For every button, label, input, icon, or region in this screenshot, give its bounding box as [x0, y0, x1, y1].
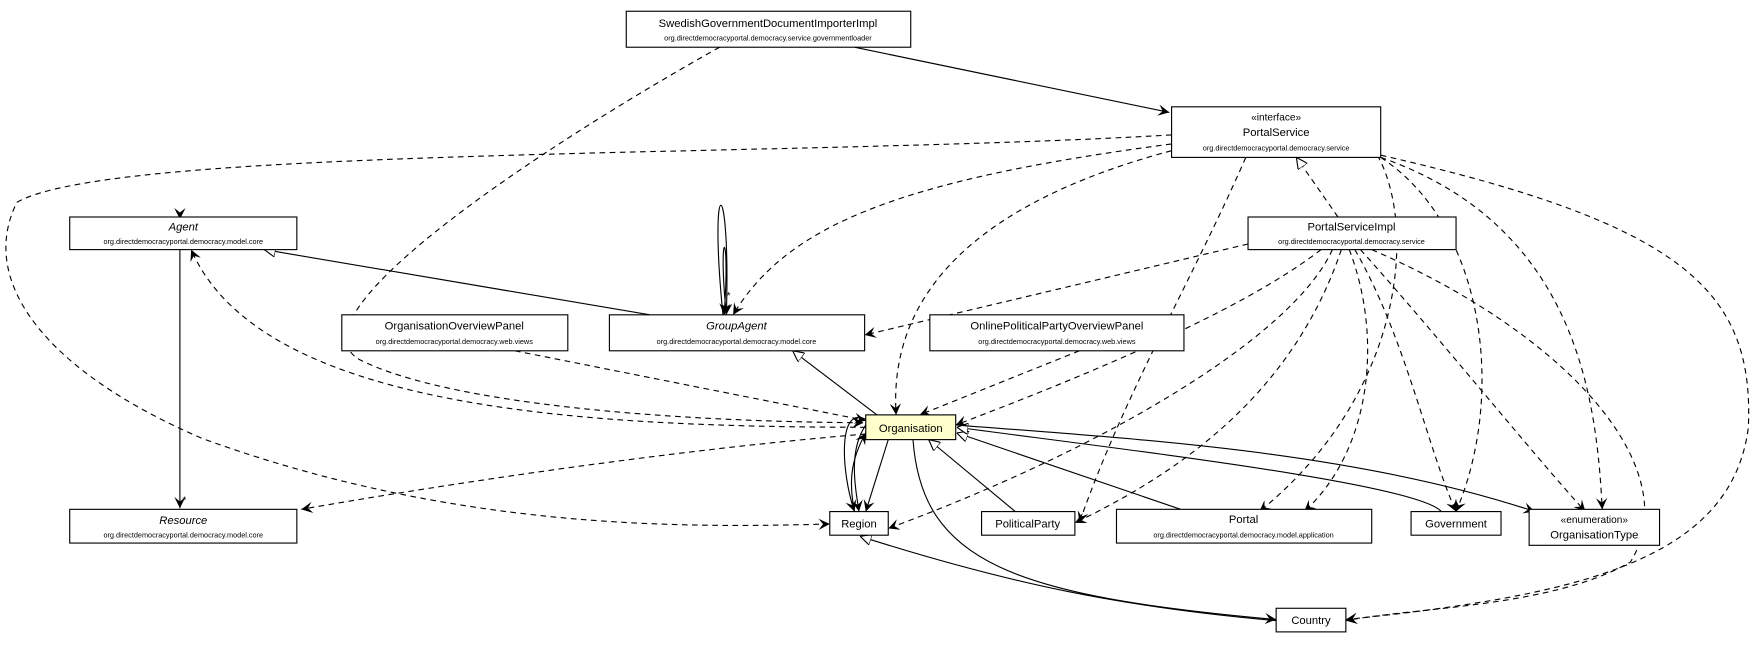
svg-text:«enumeration»: «enumeration» [1561, 515, 1629, 526]
class-agent[interactable]: Agent org.directdemocracyportal.democrac… [69, 216, 298, 251]
svg-text:SwedishGovernmentDocumentImpor: SwedishGovernmentDocumentImporterImpl [659, 18, 878, 30]
class-organisation[interactable]: Organisation [865, 414, 957, 441]
class-government[interactable]: Government [1410, 511, 1502, 536]
svg-text:GroupAgent: GroupAgent [706, 320, 767, 332]
svg-text:org.directdemocracyportal.demo: org.directdemocracyportal.democracy.mode… [1153, 530, 1333, 539]
svg-text:org.directdemocracyportal.demo: org.directdemocracyportal.democracy.serv… [1203, 144, 1350, 153]
svg-text:Resource: Resource [159, 515, 207, 527]
multiplicity-label: * [182, 496, 186, 507]
svg-text:org.directdemocracyportal.demo: org.directdemocracyportal.democracy.serv… [1278, 237, 1425, 246]
svg-text:OrganisationOverviewPanel: OrganisationOverviewPanel [385, 320, 524, 332]
svg-text:«interface»: «interface» [1251, 112, 1301, 123]
svg-text:org.directdemocracyportal.demo: org.directdemocracyportal.democracy.web.… [376, 337, 534, 346]
svg-text:Country: Country [1291, 615, 1331, 627]
svg-text:Region: Region [841, 518, 877, 530]
svg-text:OnlinePoliticalPartyOverviewPa: OnlinePoliticalPartyOverviewPanel [970, 320, 1143, 332]
class-diagram: SwedishGovernmentDocumentImporterImpl or… [5, 10, 1750, 633]
svg-text:PortalService: PortalService [1243, 127, 1310, 139]
svg-text:PortalServiceImpl: PortalServiceImpl [1307, 221, 1395, 233]
class-group-agent[interactable]: GroupAgent org.directdemocracyportal.dem… [608, 314, 866, 352]
class-portal-service[interactable]: «interface» PortalService org.directdemo… [1171, 106, 1382, 158]
svg-text:Portal: Portal [1229, 514, 1258, 526]
class-portal[interactable]: Portal org.directdemocracyportal.democra… [1115, 508, 1373, 544]
class-online-political-party-overview-panel[interactable]: OnlinePoliticalPartyOverviewPanel org.di… [929, 314, 1185, 352]
class-political-party[interactable]: PoliticalParty [981, 511, 1076, 536]
class-organisation-type[interactable]: «enumeration» OrganisationType [1528, 508, 1661, 546]
class-region[interactable]: Region [829, 511, 889, 536]
class-resource[interactable]: Resource org.directdemocracyportal.democ… [69, 508, 298, 544]
class-portal-service-impl[interactable]: PortalServiceImpl org.directdemocracypor… [1247, 216, 1457, 251]
svg-text:Agent: Agent [168, 221, 199, 233]
svg-text:org.directdemocracyportal.demo: org.directdemocracyportal.democracy.web.… [978, 337, 1136, 346]
svg-text:OrganisationType: OrganisationType [1550, 530, 1638, 542]
class-country[interactable]: Country [1275, 607, 1347, 633]
svg-text:org.directdemocracyportal.demo: org.directdemocracyportal.democracy.serv… [664, 33, 872, 42]
svg-text:org.directdemocracyportal.demo: org.directdemocracyportal.democracy.mode… [103, 530, 263, 539]
multiplicity-label: * [727, 291, 731, 302]
svg-text:org.directdemocracyportal.demo: org.directdemocracyportal.democracy.mode… [657, 337, 817, 346]
svg-text:org.directdemocracyportal.demo: org.directdemocracyportal.democracy.mode… [103, 237, 263, 246]
class-organisation-overview-panel[interactable]: OrganisationOverviewPanel org.directdemo… [341, 314, 569, 352]
class-swedish-government-document-importer-impl[interactable]: SwedishGovernmentDocumentImporterImpl or… [625, 10, 912, 48]
svg-text:Organisation: Organisation [879, 423, 943, 435]
svg-text:Government: Government [1425, 518, 1488, 530]
svg-text:PoliticalParty: PoliticalParty [995, 518, 1060, 530]
